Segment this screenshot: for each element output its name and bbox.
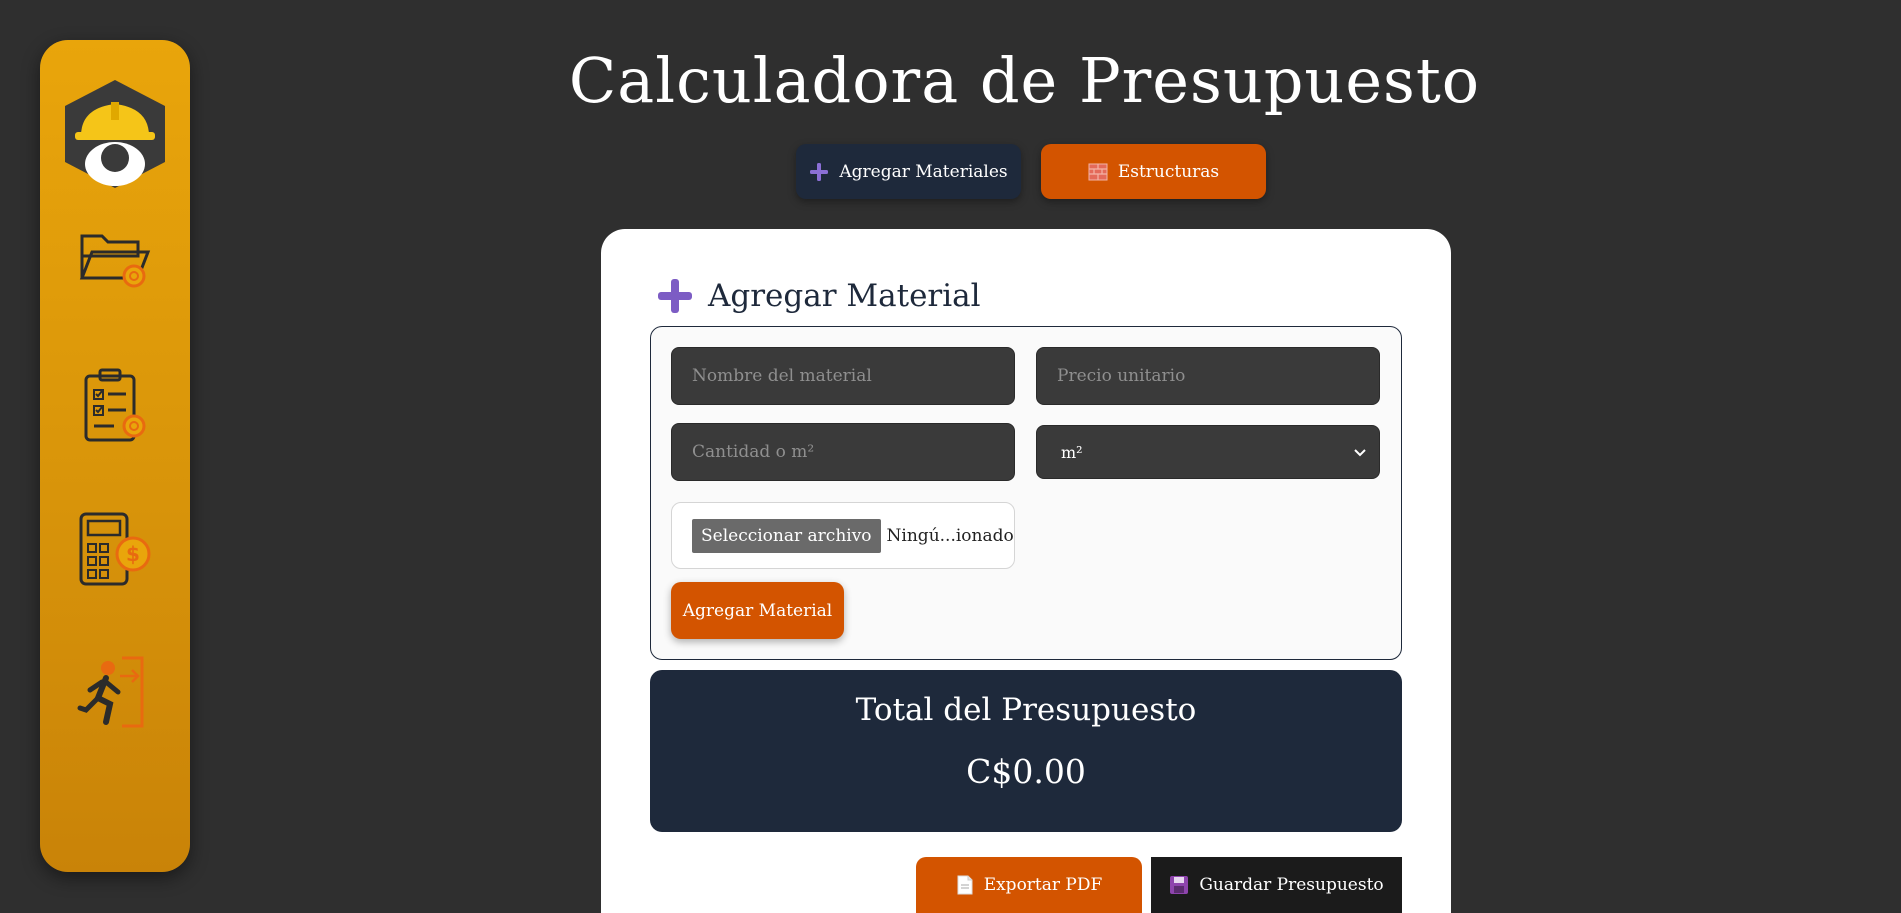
save-budget-label: Guardar Presupuesto xyxy=(1199,875,1384,895)
total-value: C$0.00 xyxy=(966,752,1086,791)
plus-icon xyxy=(658,279,692,313)
plus-icon xyxy=(810,162,829,181)
document-icon xyxy=(957,875,973,895)
form-heading-label: Agregar Material xyxy=(708,278,981,314)
budget-total: Total del Presupuesto C$0.00 xyxy=(650,670,1402,832)
unit-select-value: m² xyxy=(1061,442,1083,462)
material-card: Agregar Material m² Seleccionar archivo … xyxy=(601,229,1451,913)
logout-icon[interactable] xyxy=(76,652,154,732)
export-pdf-label: Exportar PDF xyxy=(983,875,1103,895)
export-pdf-button[interactable]: Exportar PDF xyxy=(916,857,1142,913)
sidebar: $ xyxy=(40,40,190,872)
add-material-button[interactable]: Agregar Material xyxy=(671,582,844,639)
file-picker[interactable]: Seleccionar archivo Ningú...ionado xyxy=(671,502,1015,569)
tab-label: Estructuras xyxy=(1117,161,1220,182)
page-header: Calculadora de Presupuesto xyxy=(0,44,1901,117)
quantity-input[interactable] xyxy=(671,423,1015,481)
form-heading: Agregar Material xyxy=(656,277,981,315)
unit-price-input[interactable] xyxy=(1036,347,1380,405)
page-title: Calculadora de Presupuesto xyxy=(568,44,1481,117)
choose-file-button[interactable]: Seleccionar archivo xyxy=(692,518,881,553)
save-budget-button[interactable]: Guardar Presupuesto xyxy=(1151,857,1402,913)
folder-settings-icon[interactable] xyxy=(78,228,152,292)
tab-label: Agregar Materiales xyxy=(839,161,1008,182)
brick-wall-icon xyxy=(1088,163,1108,180)
tab-agregar-materiales[interactable]: Agregar Materiales xyxy=(796,144,1021,199)
total-label: Total del Presupuesto xyxy=(855,692,1197,728)
calculator-money-icon[interactable]: $ xyxy=(77,510,153,590)
svg-text:$: $ xyxy=(126,542,140,566)
floppy-disk-icon xyxy=(1170,876,1189,894)
tab-estructuras[interactable]: Estructuras xyxy=(1041,144,1266,199)
file-name-label: Ningú...ionado xyxy=(886,525,1014,546)
clipboard-checklist-icon[interactable] xyxy=(80,366,150,446)
material-name-input[interactable] xyxy=(671,347,1015,405)
unit-select[interactable]: m² xyxy=(1036,425,1380,479)
material-form: m² Seleccionar archivo Ningú...ionado Ag… xyxy=(650,326,1402,660)
chevron-down-icon xyxy=(1354,449,1366,457)
